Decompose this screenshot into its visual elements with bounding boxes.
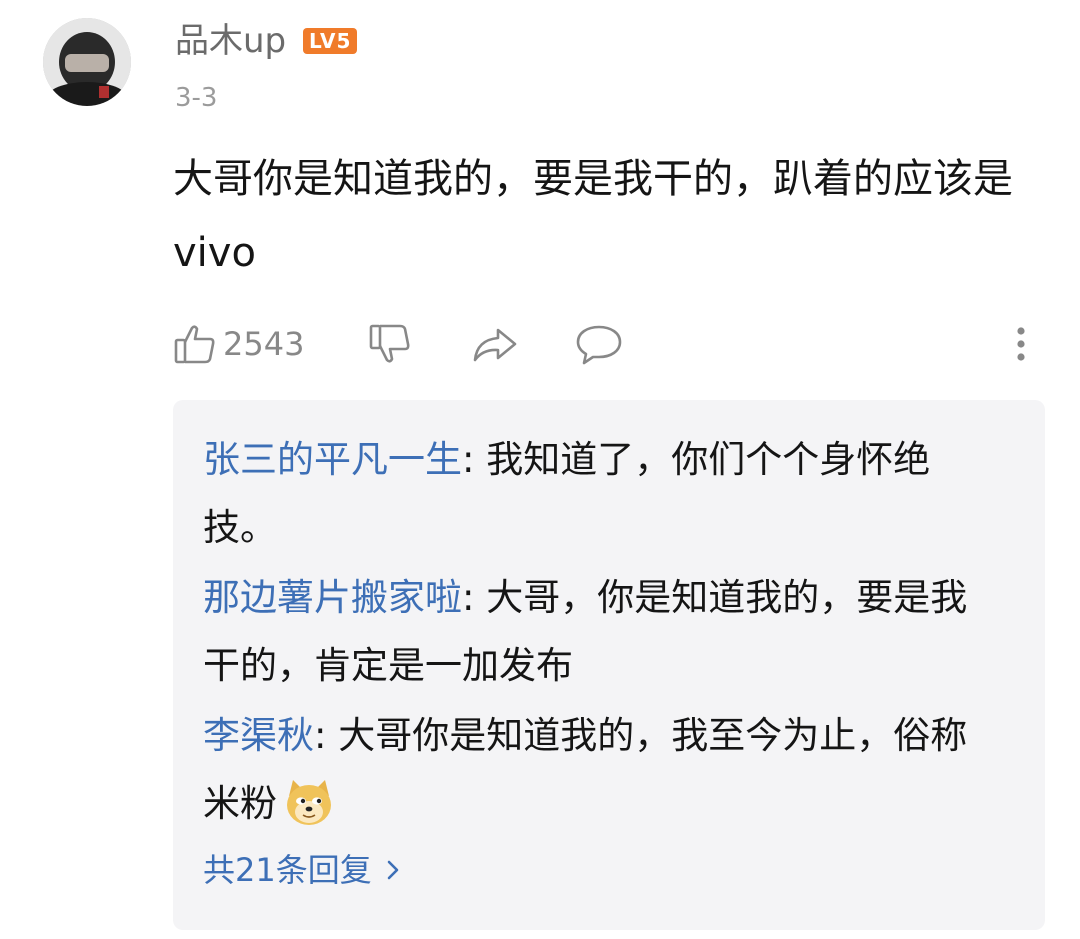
more-replies-label: 共21条回复	[203, 851, 372, 889]
doge-emoji-icon	[283, 776, 335, 850]
more-options-button[interactable]	[1011, 316, 1031, 372]
reply-panel: 张三的平凡一生: 我知道了，你们个个身怀绝技。 那边薯片搬家啦: 大哥，你是知道…	[173, 400, 1045, 930]
chevron-right-icon	[386, 858, 400, 882]
comment-bubble-icon	[575, 322, 623, 366]
reply-button[interactable]	[575, 316, 623, 372]
more-vertical-icon	[1011, 322, 1031, 366]
reply-item: 那边薯片搬家啦: 大哥，你是知道我的，要是我干的，肯定是一加发布	[203, 564, 1003, 700]
dislike-button[interactable]	[368, 316, 412, 372]
thumbs-up-icon	[173, 322, 217, 366]
thumbs-down-icon	[368, 322, 412, 366]
reply-author[interactable]: 李渠秋	[203, 714, 314, 757]
view-more-replies-link[interactable]: 共21条回复	[203, 840, 400, 900]
reply-item: 张三的平凡一生: 我知道了，你们个个身怀绝技。	[203, 426, 1003, 562]
reply-separator: :	[314, 714, 339, 757]
reply-author[interactable]: 那边薯片搬家啦	[203, 576, 462, 619]
like-count: 2543	[223, 325, 305, 363]
reply-separator: :	[462, 438, 487, 481]
action-bar: 2543	[173, 316, 1043, 372]
reply-author[interactable]: 张三的平凡一生	[203, 438, 462, 481]
username[interactable]: 品木up	[175, 18, 286, 64]
share-icon	[471, 322, 519, 366]
like-button[interactable]: 2543	[173, 316, 304, 372]
comment-text: 大哥你是知道我的，要是我干的，趴着的应该是vivo	[173, 156, 1013, 276]
level-badge: LV5	[303, 28, 358, 54]
comment-date: 3-3	[175, 83, 218, 113]
avatar[interactable]	[43, 18, 131, 106]
reply-item: 李渠秋: 大哥你是知道我的，我至今为止，俗称米粉	[203, 702, 1003, 850]
share-button[interactable]	[471, 316, 519, 372]
reply-separator: :	[462, 576, 487, 619]
